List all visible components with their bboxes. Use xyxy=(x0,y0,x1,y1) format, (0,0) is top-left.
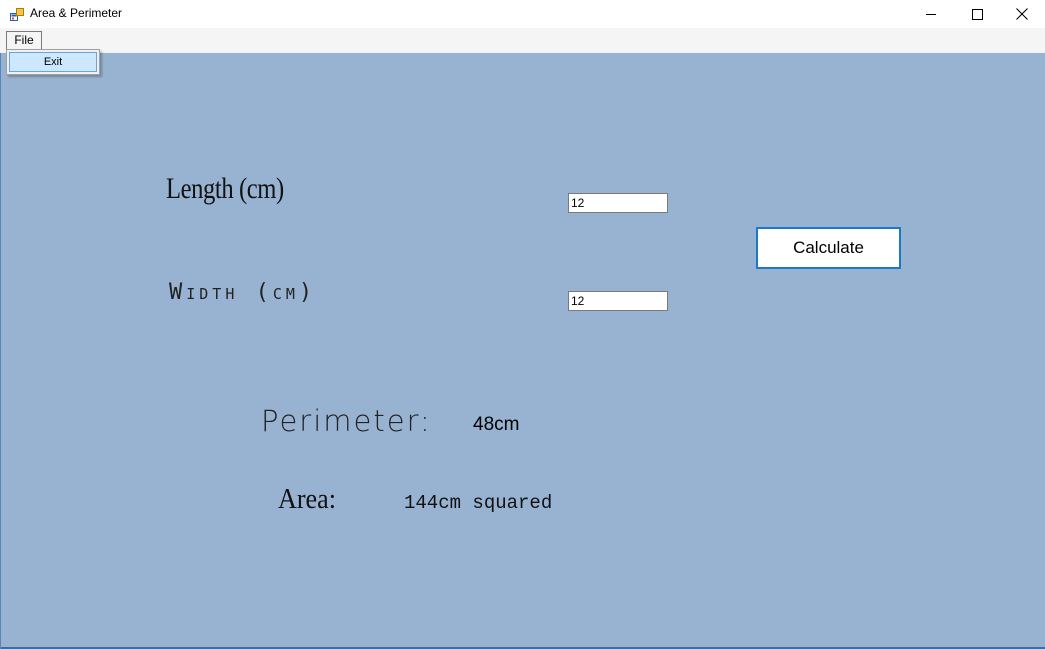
length-input[interactable] xyxy=(568,193,668,213)
minimize-button[interactable] xyxy=(908,0,954,28)
area-label: Area: xyxy=(278,483,336,515)
maximize-button[interactable] xyxy=(954,0,1000,28)
perimeter-label: Perimeter: xyxy=(261,404,432,438)
width-input[interactable] xyxy=(568,291,668,311)
menu-item-exit[interactable]: Exit xyxy=(9,52,97,72)
window-title: Area & Perimeter xyxy=(30,6,123,20)
title-bar[interactable]: Area & Perimeter xyxy=(0,0,1045,28)
length-label: Length (cm) xyxy=(166,172,284,205)
close-button[interactable] xyxy=(999,0,1045,28)
calculate-button[interactable]: Calculate xyxy=(756,227,901,269)
close-icon xyxy=(1016,5,1028,24)
minimize-icon xyxy=(925,5,937,24)
maximize-icon xyxy=(971,5,983,24)
app-window: Area & Perimeter File Exit Length (cm) C… xyxy=(0,0,1045,649)
menu-bar: File xyxy=(0,28,1045,53)
width-label: Width (cm) xyxy=(169,280,317,305)
app-icon xyxy=(10,7,24,21)
area-value: 144cm squared xyxy=(404,492,553,514)
perimeter-value: 48cm xyxy=(473,414,520,435)
menu-file[interactable]: File xyxy=(6,31,42,50)
form-client-area xyxy=(0,53,1045,649)
file-dropdown-menu: Exit xyxy=(6,49,100,75)
